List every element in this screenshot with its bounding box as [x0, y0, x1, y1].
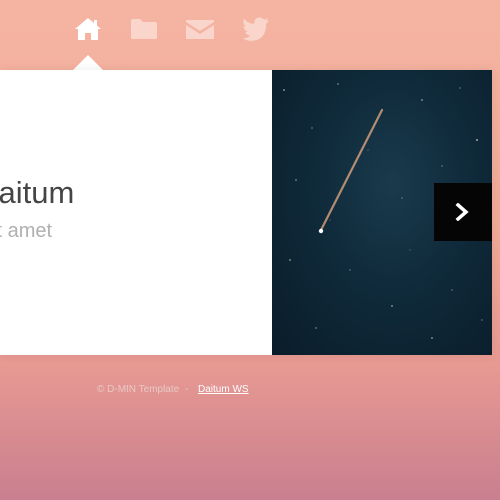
slide-text-panel: y Daitum dolor sit amet	[0, 70, 272, 355]
slide-title: y Daitum	[0, 175, 75, 210]
meteor-trail	[319, 108, 384, 232]
nav-mail[interactable]	[180, 12, 220, 46]
nav-folder[interactable]	[124, 12, 164, 46]
footer-link[interactable]: Daitum WS	[198, 384, 249, 395]
mail-icon	[186, 20, 214, 39]
meteor-head	[318, 228, 324, 234]
slide-card: y Daitum dolor sit amet	[0, 70, 492, 355]
chevron-right-icon	[455, 203, 469, 221]
active-nav-pointer	[72, 55, 104, 71]
twitter-icon	[242, 17, 269, 41]
nav-home[interactable]	[68, 12, 108, 46]
footer-copyright: © D-MIN Template	[97, 384, 180, 395]
nav-twitter[interactable]	[236, 12, 276, 46]
home-icon	[75, 18, 101, 40]
footer-separator: -	[185, 384, 189, 395]
next-slide-button[interactable]	[434, 183, 492, 241]
top-nav	[0, 12, 500, 52]
folder-icon	[131, 19, 157, 39]
slide-subtitle: dolor sit amet	[0, 220, 53, 242]
